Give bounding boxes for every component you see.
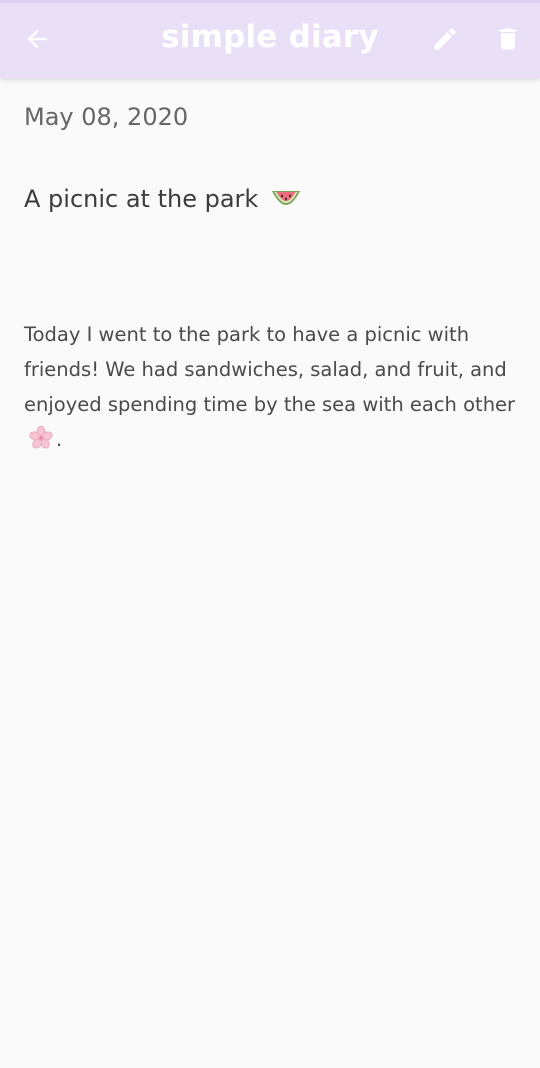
entry-body: Today I went to the park to have a picni… xyxy=(24,317,516,462)
entry-date: May 08, 2020 xyxy=(24,103,189,131)
entry-title: A picnic at the park xyxy=(24,185,259,213)
entry-content: May 08, 2020 A picnic at the park Today … xyxy=(24,100,516,462)
app-bar: simple diary xyxy=(0,0,540,78)
pencil-icon xyxy=(434,28,456,50)
entry-body-text: Today I went to the park to have a picni… xyxy=(24,323,516,416)
cherry-blossom-icon xyxy=(28,425,54,462)
edit-button[interactable] xyxy=(423,17,467,61)
entry-title-row: A picnic at the park xyxy=(24,182,516,222)
entry-body-end: . xyxy=(56,428,63,451)
delete-button[interactable] xyxy=(486,17,530,61)
watermelon-icon xyxy=(270,187,302,222)
trash-icon xyxy=(499,28,517,50)
